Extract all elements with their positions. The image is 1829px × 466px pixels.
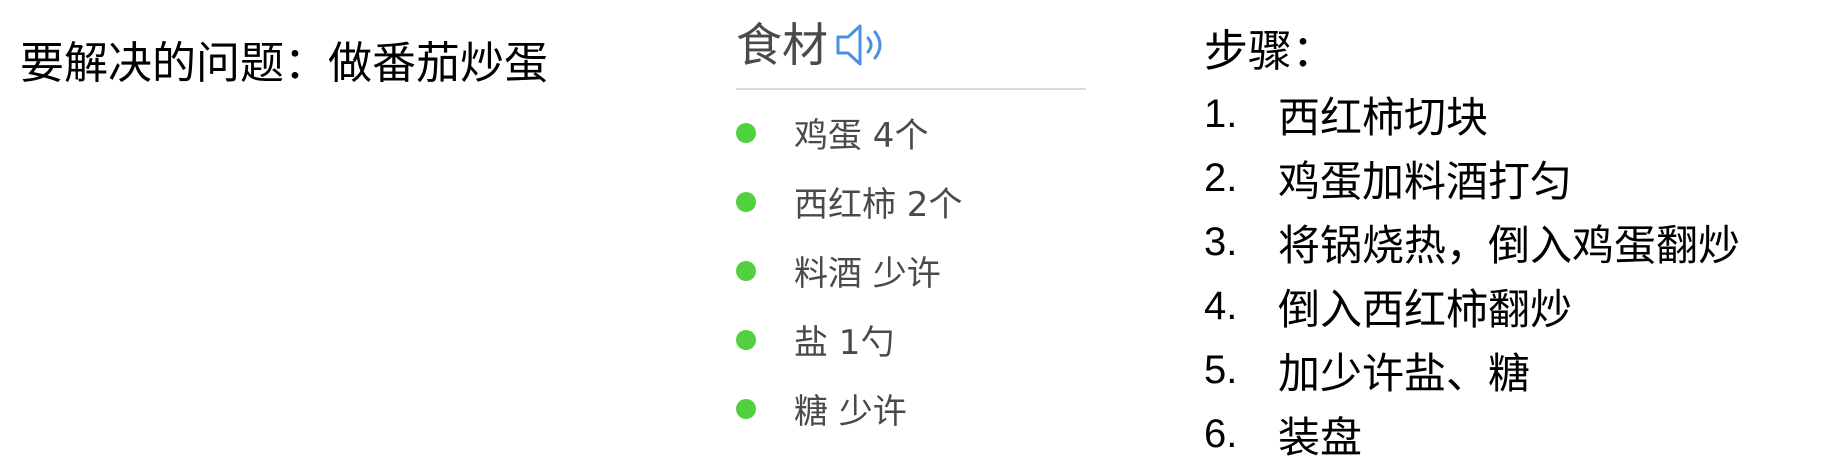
step-number: 4.: [1204, 283, 1238, 328]
bullet-dot: [736, 122, 756, 143]
bullet-dot: [736, 191, 756, 212]
step-text: 西红柿切块: [1278, 92, 1489, 142]
ingredient-item: 鸡蛋 4个: [736, 98, 1086, 167]
step-item: 5. 加少许盐、糖: [1204, 338, 1824, 402]
step-item: 4. 倒入西红柿翻炒: [1204, 274, 1824, 338]
steps-list: 1. 西红柿切块 2. 鸡蛋加料酒打匀 3. 将锅烧热，倒入鸡蛋翻炒 4. 倒入…: [1204, 82, 1824, 466]
ingredient-item: 糖 少许: [736, 374, 1086, 443]
bullet-dot: [736, 329, 756, 350]
ingredient-item: 料酒 少许: [736, 236, 1086, 305]
steps-panel: 步骤： 1. 西红柿切块 2. 鸡蛋加料酒打匀 3. 将锅烧热，倒入鸡蛋翻炒 4…: [1204, 22, 1824, 466]
step-item: 2. 鸡蛋加料酒打匀: [1204, 146, 1824, 210]
problem-statement: 要解决的问题：做番茄炒蛋: [20, 38, 548, 89]
ingredient-label: 西红柿 2个: [794, 185, 963, 225]
ingredients-panel: 食材 鸡蛋 4个 西红柿 2个 料酒 少许 盐 1勺 糖 少许: [736, 10, 1086, 443]
ingredient-item: 盐 1勺: [736, 305, 1086, 374]
ingredients-title: 食材: [736, 18, 828, 72]
speaker-icon[interactable]: [832, 20, 896, 70]
step-item: 6. 装盘: [1204, 402, 1824, 466]
step-text: 鸡蛋加料酒打匀: [1278, 156, 1573, 206]
step-item: 1. 西红柿切块: [1204, 82, 1824, 146]
ingredient-item: 西红柿 2个: [736, 167, 1086, 236]
ingredients-list: 鸡蛋 4个 西红柿 2个 料酒 少许 盐 1勺 糖 少许: [736, 98, 1086, 443]
step-text: 将锅烧热，倒入鸡蛋翻炒: [1278, 220, 1741, 270]
step-number: 2.: [1204, 155, 1238, 200]
ingredient-label: 糖 少许: [794, 392, 907, 432]
ingredients-header: 食材: [736, 10, 1086, 90]
step-number: 1.: [1204, 91, 1238, 136]
bullet-dot: [736, 398, 756, 419]
step-number: 3.: [1204, 219, 1238, 264]
ingredient-label: 料酒 少许: [794, 254, 941, 294]
step-text: 倒入西红柿翻炒: [1278, 284, 1573, 334]
steps-title: 步骤：: [1204, 26, 1336, 77]
step-text: 装盘: [1278, 412, 1363, 462]
step-item: 3. 将锅烧热，倒入鸡蛋翻炒: [1204, 210, 1824, 274]
step-text: 加少许盐、糖: [1278, 348, 1531, 398]
ingredient-label: 盐 1勺: [794, 323, 895, 363]
ingredient-label: 鸡蛋 4个: [794, 116, 929, 156]
step-number: 5.: [1204, 347, 1238, 392]
step-number: 6.: [1204, 411, 1238, 456]
bullet-dot: [736, 260, 756, 281]
